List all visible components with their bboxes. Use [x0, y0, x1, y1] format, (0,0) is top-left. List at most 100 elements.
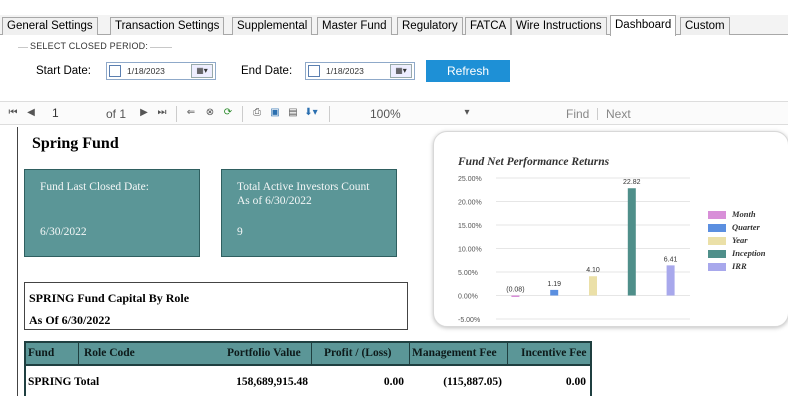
end-date-picker[interactable]: 1/18/2023 ▦▾ — [305, 62, 415, 80]
print-icon[interactable]: ⎙ — [250, 106, 264, 120]
legend-item-year: Year — [708, 235, 788, 247]
toolbar-separator — [597, 108, 598, 120]
cell-management-fee: (115,887.05) — [443, 376, 502, 388]
data-label-irr: 6.41 — [664, 256, 678, 263]
end-date-checkbox[interactable] — [308, 65, 320, 77]
y-tick-label: 10.00% — [458, 247, 482, 254]
next-page-icon[interactable]: ▶ — [137, 106, 151, 120]
calendar-dropdown-icon[interactable]: ▦▾ — [390, 64, 412, 78]
tab-regulatory[interactable]: Regulatory — [397, 17, 463, 35]
page-number-input[interactable]: 1 — [52, 106, 92, 122]
col-management-fee: Management Fee — [412, 347, 497, 359]
refresh-report-icon[interactable]: ⟳ — [221, 106, 235, 120]
y-tick-label: 20.00% — [458, 200, 482, 207]
y-tick-label: 0.00% — [458, 294, 478, 301]
find-link[interactable]: Find — [566, 107, 589, 121]
zoom-level[interactable]: 100% — [370, 107, 401, 121]
first-page-icon[interactable]: ⏮ — [6, 106, 20, 120]
calendar-dropdown-icon[interactable]: ▦▾ — [191, 64, 213, 78]
fund-last-closed-card: Fund Last Closed Date: 6/30/2022 — [24, 169, 200, 257]
capital-subtitle: As Of 6/30/2022 — [29, 313, 111, 327]
col-fund: Fund — [28, 347, 55, 359]
col-incentive-fee: Incentive Fee — [521, 347, 587, 359]
column-divider — [409, 343, 410, 364]
print-layout-icon[interactable]: ▣ — [268, 106, 282, 120]
y-tick-label: 5.00% — [458, 270, 478, 277]
data-label-quarter: 1.19 — [547, 281, 561, 288]
card-value: 9 — [237, 226, 243, 238]
cell-incentive-fee: 0.00 — [565, 376, 586, 388]
legend-item-month: Month — [708, 209, 788, 221]
tab-general-settings[interactable]: General Settings — [2, 17, 98, 35]
y-tick-label: -5.00% — [458, 317, 480, 324]
toolbar-separator — [329, 106, 330, 122]
end-date-value: 1/18/2023 — [326, 66, 364, 76]
tab-master-fund[interactable]: Master Fund — [317, 17, 392, 35]
report-canvas: Spring Fund Fund Last Closed Date: 6/30/… — [17, 127, 788, 396]
y-tick-label: 25.00% — [458, 176, 482, 183]
bar-quarter — [550, 289, 559, 296]
tab-supplemental[interactable]: Supplemental — [232, 17, 313, 35]
active-investors-card: Total Active Investors Count As of 6/30/… — [221, 169, 397, 257]
table-row: SPRING Total 158,689,915.48 0.00 (115,88… — [24, 366, 592, 396]
page-setup-icon[interactable]: ▤ — [286, 106, 300, 120]
start-date-picker[interactable]: 1/18/2023 ▦▾ — [106, 62, 216, 80]
legend-item-irr: IRR — [708, 261, 788, 273]
legend-label: Quarter — [732, 222, 760, 232]
performance-chart-panel: Fund Net Performance Returns 25.00% 20.00… — [433, 131, 788, 327]
column-divider — [311, 343, 312, 364]
zoom-dropdown-icon[interactable]: ▾ — [460, 106, 474, 120]
legend-swatch — [708, 224, 726, 232]
bar-year — [589, 276, 597, 296]
legend-swatch — [708, 263, 726, 271]
end-date-label: End Date: — [241, 65, 293, 77]
column-divider — [507, 343, 508, 364]
card-title: Fund Last Closed Date: — [40, 181, 149, 193]
legend-swatch — [708, 237, 726, 245]
col-role-code: Role Code — [84, 347, 135, 359]
data-label-month: (0.08) — [506, 287, 524, 294]
last-page-icon[interactable]: ⏭ — [155, 106, 169, 120]
tab-custom[interactable]: Custom — [680, 17, 730, 35]
legend-label: Inception — [732, 248, 766, 258]
cell-portfolio-value: 158,689,915.48 — [236, 376, 308, 388]
tab-wire-instructions[interactable]: Wire Instructions — [511, 17, 607, 35]
toolbar-separator — [176, 106, 177, 122]
column-divider — [78, 343, 79, 364]
card-subtitle: As of 6/30/2022 — [237, 195, 312, 207]
back-icon[interactable]: ⇐ — [184, 106, 198, 120]
data-label-year: 4.10 — [586, 267, 600, 274]
chart-legend: Month Quarter Year Inception IRR — [708, 209, 788, 274]
tab-dashboard[interactable]: Dashboard — [610, 15, 677, 36]
next-link[interactable]: Next — [606, 107, 631, 121]
settings-tabbar: General Settings Transaction Settings Su… — [0, 15, 788, 36]
refresh-button[interactable]: Refresh — [426, 60, 510, 82]
legend-item-quarter: Quarter — [708, 222, 788, 234]
toolbar-separator — [242, 106, 243, 122]
data-label-inception: 22.82 — [623, 179, 641, 186]
legend-item-inception: Inception — [708, 248, 788, 260]
legend-swatch — [708, 211, 726, 219]
start-date-checkbox[interactable] — [109, 65, 121, 77]
tab-fatca[interactable]: FATCA — [465, 17, 512, 35]
capital-title: SPRING Fund Capital By Role — [29, 291, 190, 305]
previous-page-icon[interactable]: ◀ — [24, 106, 38, 120]
bar-inception — [627, 188, 636, 296]
col-portfolio-value: Portfolio Value — [227, 347, 301, 359]
capital-table-header: Fund Role Code Portfolio Value Profit / … — [24, 341, 592, 366]
legend-label: IRR — [732, 261, 747, 271]
period-legend: SELECT CLOSED PERIOD: — [28, 41, 151, 51]
report-toolbar: ⏮ ◀ 1 of 1 ▶ ⏭ ⇐ ⊗ ⟳ ⎙ ▣ ▤ ⬇▾ 100% ▾ Fin… — [0, 101, 788, 125]
card-value: 6/30/2022 — [40, 226, 87, 238]
legend-label: Year — [732, 235, 748, 245]
tab-transaction-settings[interactable]: Transaction Settings — [110, 17, 225, 35]
bar-month — [511, 295, 520, 297]
export-icon[interactable]: ⬇▾ — [304, 106, 318, 120]
legend-label: Month — [732, 209, 756, 219]
cell-profit-loss: 0.00 — [383, 376, 404, 388]
legend-swatch — [708, 250, 726, 258]
card-title-line: Total Active Investors Count — [237, 181, 370, 193]
stop-icon[interactable]: ⊗ — [203, 106, 217, 120]
cell-fund: SPRING Total — [28, 376, 100, 388]
bar-irr — [666, 265, 675, 296]
